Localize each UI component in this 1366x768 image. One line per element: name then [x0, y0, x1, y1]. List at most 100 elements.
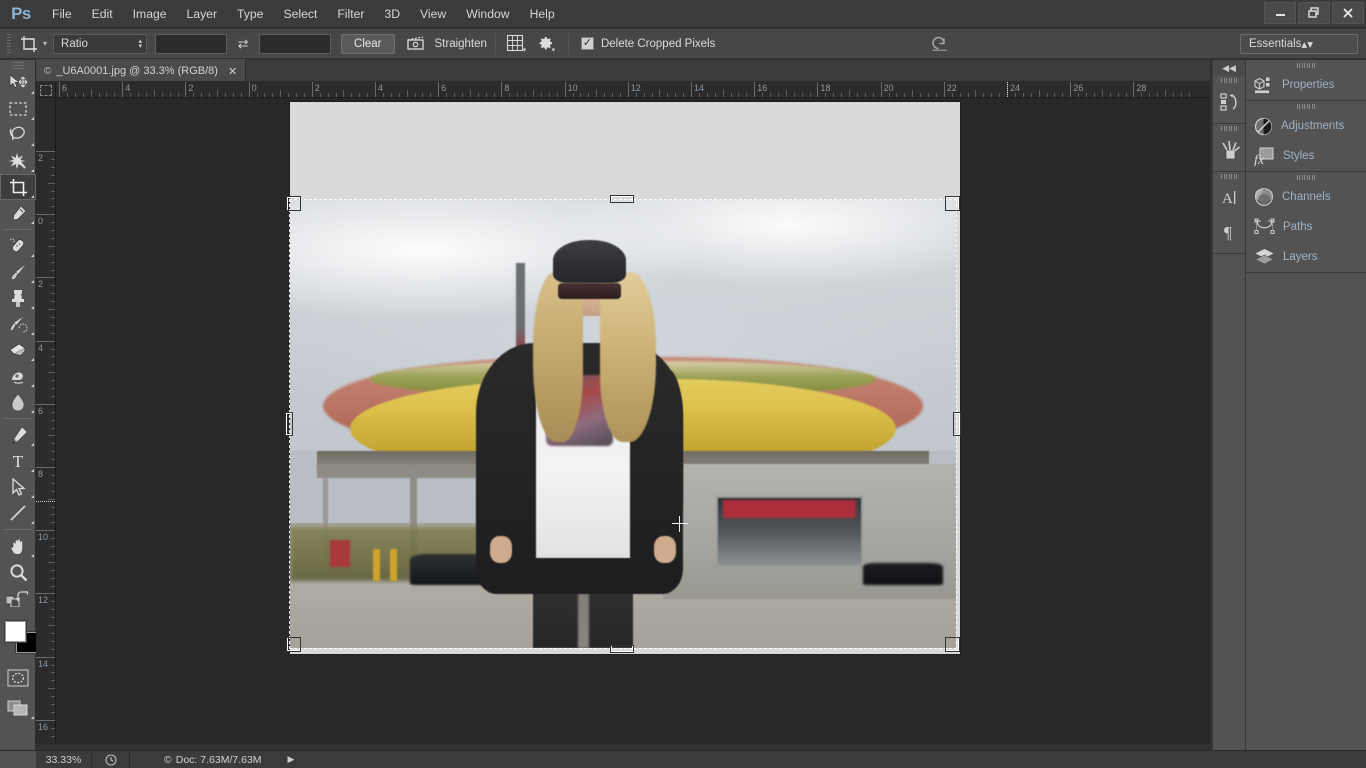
clone-stamp-tool[interactable]	[0, 285, 36, 311]
panel-item-layers[interactable]: Layers	[1246, 242, 1366, 272]
workspace-select[interactable]: Essentials ▴▾	[1240, 33, 1358, 54]
panel-item-adjustments[interactable]: Adjustments	[1246, 111, 1366, 141]
edit-in-quick-mask-mode-button[interactable]	[0, 665, 36, 691]
crop-overlay[interactable]	[286, 196, 960, 652]
menu-item-help[interactable]: Help	[520, 0, 565, 28]
canvas-area[interactable]	[56, 98, 1210, 744]
menu-item-3d[interactable]: 3D	[374, 0, 410, 28]
ruler-subtick	[51, 261, 55, 263]
crop-handle-top-right[interactable]	[946, 197, 959, 210]
menu-item-view[interactable]: View	[410, 0, 456, 28]
panel-item-paths[interactable]: Paths	[1246, 212, 1366, 242]
change-screen-mode-button[interactable]	[0, 695, 36, 721]
foreground-color-swatch[interactable]	[5, 621, 26, 642]
eraser-tool[interactable]	[0, 337, 36, 363]
panel-item-properties[interactable]: Properties	[1246, 70, 1366, 100]
panel-group-grip[interactable]	[1213, 172, 1245, 181]
gear-icon[interactable]: ▾	[534, 32, 560, 56]
reset-tool-button[interactable]	[930, 35, 949, 52]
type-tool[interactable]: T	[0, 448, 36, 474]
delete-cropped-pixels-checkbox[interactable]: ✓ Delete Cropped Pixels	[580, 37, 715, 50]
swap-arrows-icon[interactable]: ⇄	[235, 36, 251, 52]
horizontal-ruler[interactable]: 6 4 2 0 2 4 6 8 10 12 14 16 18 20 22 24 26 28	[56, 82, 1210, 98]
menu-item-filter[interactable]: Filter	[327, 0, 374, 28]
panel-group-grip[interactable]	[1246, 60, 1366, 70]
hand-tool[interactable]	[0, 533, 36, 559]
panel-group-grip[interactable]	[1246, 172, 1366, 182]
tool-flyout-triangle	[31, 469, 34, 472]
crop-handle-middle-right[interactable]	[954, 413, 960, 435]
history-panel-icon[interactable]	[1213, 85, 1247, 119]
lasso-tool[interactable]	[0, 122, 36, 148]
crop-handle-top-left[interactable]	[287, 197, 300, 210]
crop-handle-top-center[interactable]	[611, 196, 633, 202]
ruler-subtick	[256, 93, 258, 97]
crop-handle-bottom-center[interactable]	[611, 646, 633, 652]
clear-crop-button[interactable]: Clear	[341, 33, 395, 54]
panel-item-styles[interactable]: fx Styles	[1246, 141, 1366, 171]
panel-group-grip[interactable]	[1213, 124, 1245, 133]
panel-group-grip[interactable]	[1213, 76, 1245, 85]
swap-colors-icon[interactable]	[16, 591, 30, 605]
history-brush-tool[interactable]	[0, 311, 36, 337]
properties-panel-icon	[1254, 76, 1274, 94]
crop-handle-bottom-right[interactable]	[946, 638, 959, 651]
zoom-tool[interactable]	[0, 559, 36, 585]
vertical-ruler[interactable]: 2 0 2 4 6 8 10 12 14 16	[36, 98, 56, 744]
menu-item-select[interactable]: Select	[273, 0, 327, 28]
ruler-corner[interactable]	[36, 82, 56, 98]
menu-item-window[interactable]: Window	[456, 0, 519, 28]
options-bar-grip[interactable]	[4, 33, 14, 55]
crop-grid-overlay-icon[interactable]: ▾	[504, 32, 530, 56]
line-shape-tool[interactable]	[0, 500, 36, 526]
ruler-subtick	[1054, 93, 1056, 97]
crop-handle-middle-left[interactable]	[286, 413, 292, 435]
crop-handle-bottom-left[interactable]	[287, 638, 300, 651]
ruler-subtick	[1062, 93, 1064, 97]
menu-item-type[interactable]: Type	[227, 0, 273, 28]
minimize-button[interactable]	[1264, 2, 1296, 24]
zoom-level-input[interactable]: 33.33%	[36, 750, 92, 768]
crop-ratio-select[interactable]: Ratio ▴ ▾	[53, 33, 148, 54]
brush-tool[interactable]	[0, 259, 36, 285]
tool-presets-panel-icon[interactable]	[1213, 133, 1247, 167]
close-icon[interactable]: ✕	[228, 65, 237, 78]
menu-item-file[interactable]: File	[42, 0, 82, 28]
straighten-label[interactable]: Straighten	[435, 38, 487, 50]
panel-group-grip[interactable]	[1246, 101, 1366, 111]
close-button[interactable]	[1332, 2, 1364, 24]
ruler-subtick	[793, 93, 795, 97]
quick-selection-tool[interactable]	[0, 148, 36, 174]
menu-item-image[interactable]: Image	[123, 0, 177, 28]
crop-tool[interactable]	[0, 174, 36, 200]
gradient-tool[interactable]	[0, 363, 36, 389]
crop-tool-icon[interactable]	[16, 32, 42, 56]
move-tool[interactable]	[0, 70, 36, 96]
rectangular-marquee-tool[interactable]	[0, 96, 36, 122]
blur-tool[interactable]	[0, 389, 36, 415]
status-expand-icon[interactable]: ▶	[288, 754, 295, 765]
paragraph-panel-icon[interactable]: ¶	[1213, 215, 1247, 249]
character-panel-icon[interactable]: A	[1213, 181, 1247, 215]
spot-healing-brush-tool[interactable]	[0, 233, 36, 259]
crop-width-input[interactable]	[155, 33, 228, 54]
document-info[interactable]: © Doc: 7.63M/7.63M ▶	[130, 754, 294, 766]
restore-button[interactable]	[1298, 2, 1330, 24]
expand-panels-icon[interactable]: ◀◀	[1213, 60, 1245, 76]
panel-item-channels[interactable]: Channels	[1246, 182, 1366, 212]
tool-preset-chevron-down-icon[interactable]: ▾	[43, 39, 47, 48]
ruler-subtick	[698, 93, 700, 97]
menu-item-edit[interactable]: Edit	[82, 0, 123, 28]
path-selection-tool[interactable]	[0, 474, 36, 500]
checkbox-box[interactable]: ✓	[580, 37, 594, 50]
ruler-subtick	[51, 293, 55, 295]
straighten-icon[interactable]	[403, 32, 429, 56]
ruler-subtick	[928, 93, 929, 97]
eyedropper-tool[interactable]	[0, 200, 36, 226]
tools-panel-grip[interactable]	[0, 60, 35, 70]
document-tab[interactable]: © _U6A0001.jpg @ 33.3% (RGB/8) ✕	[36, 59, 247, 81]
pen-tool[interactable]	[0, 422, 36, 448]
menu-item-layer[interactable]: Layer	[177, 0, 228, 28]
timer-icon[interactable]	[92, 750, 130, 768]
crop-height-input[interactable]	[259, 33, 332, 54]
